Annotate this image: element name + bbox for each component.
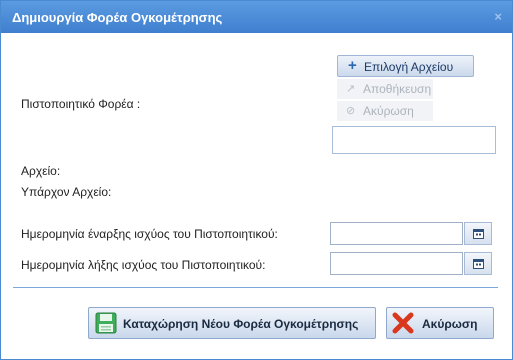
- cancel-upload-label: Ακύρωση: [363, 104, 414, 118]
- start-date-calendar-button[interactable]: [464, 222, 492, 245]
- end-date-calendar-button[interactable]: [464, 252, 492, 275]
- file-label: Αρχείο:: [21, 164, 61, 178]
- cancel-upload-button[interactable]: ⊘ Ακύρωση: [337, 101, 433, 121]
- file-drop-box[interactable]: [332, 126, 496, 154]
- red-x-icon: [392, 312, 414, 334]
- calendar-icon: [473, 259, 484, 269]
- select-file-label: Επιλογή Αρχείου: [364, 60, 454, 74]
- cancel-button[interactable]: Ακύρωση: [386, 307, 494, 339]
- save-upload-label: Αποθήκευση: [363, 82, 432, 96]
- dialog-titlebar: Δημιουργία Φορέα Ογκομέτρησης ×: [1, 1, 512, 33]
- cancel-label: Ακύρωση: [422, 317, 478, 331]
- end-date-label: Ημερομηνία λήξης ισχύος του Πιστοποιητικ…: [21, 258, 266, 272]
- upload-arrow-icon: ↗: [346, 83, 356, 95]
- divider: [13, 287, 498, 288]
- ban-icon: ⊘: [346, 105, 356, 117]
- select-file-button[interactable]: + Επιλογή Αρχείου: [337, 55, 474, 77]
- existing-file-label: Υπάρχον Αρχείο:: [21, 185, 112, 199]
- close-icon[interactable]: ×: [494, 9, 502, 24]
- end-date-input[interactable]: [330, 252, 463, 275]
- create-organization-dialog: Δημιουργία Φορέα Ογκομέτρησης × Πιστοποι…: [0, 0, 513, 360]
- plus-icon: +: [348, 57, 357, 74]
- calendar-icon: [473, 229, 484, 239]
- submit-label: Καταχώρηση Νέου Φορέα Ογκομέτρησης: [123, 317, 359, 331]
- submit-button[interactable]: Καταχώρηση Νέου Φορέα Ογκομέτρησης: [88, 307, 376, 339]
- save-upload-button[interactable]: ↗ Αποθήκευση: [337, 79, 433, 99]
- certificate-label: Πιστοποιητικό Φορέα :: [21, 97, 141, 111]
- dialog-title: Δημιουργία Φορέα Ογκομέτρησης: [12, 10, 223, 25]
- start-date-input[interactable]: [330, 222, 463, 245]
- start-date-label: Ημερομηνία έναρξης ισχύος του Πιστοποιητ…: [21, 227, 278, 241]
- floppy-disk-icon: [95, 312, 117, 334]
